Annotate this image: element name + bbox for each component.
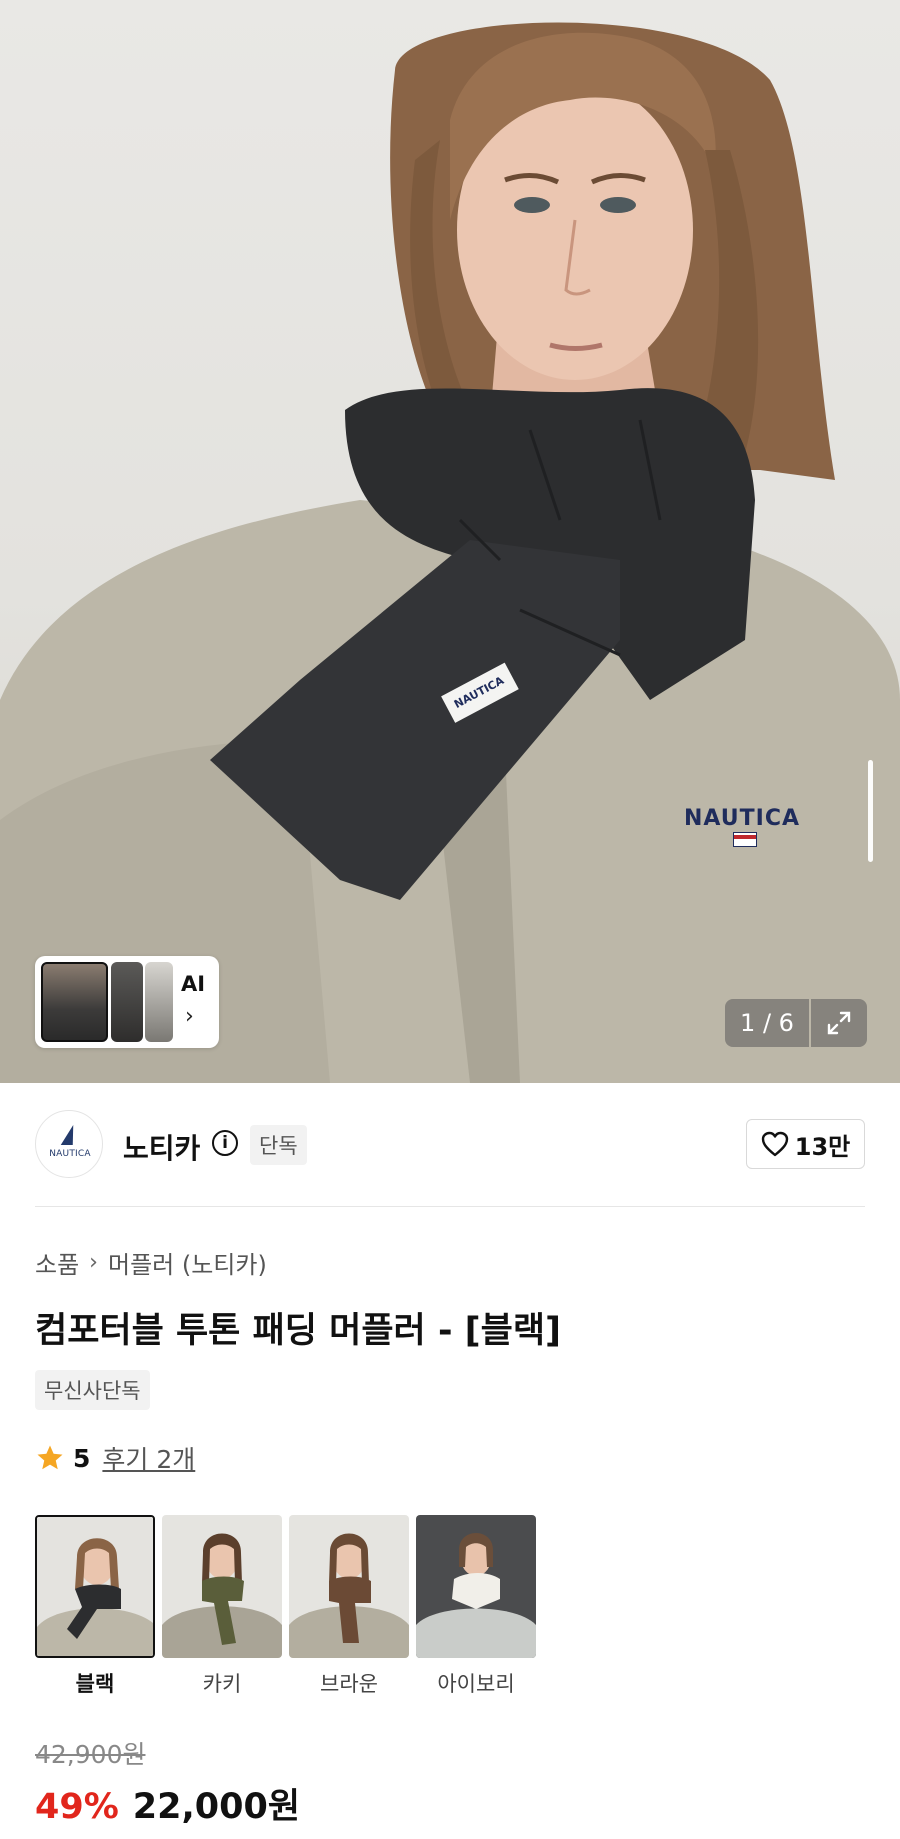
color-thumbnail [162,1515,282,1658]
sale-price: 22,000원 [132,1787,301,1827]
product-photo [0,22,900,1083]
color-label: 아이보리 [437,1672,515,1696]
color-options: 블랙 카키 브라운 아이보리 [35,1515,536,1698]
color-label: 브라운 [320,1672,378,1696]
thumbnail-2 [111,962,143,1042]
breadcrumb: 소품 › 머플러 (노티카) [35,1245,267,1280]
rating: 5 후기 2개 [35,1440,195,1476]
color-thumbnail [416,1515,536,1658]
expand-button[interactable] [811,999,867,1047]
expand-icon [827,1011,851,1035]
product-image-gallery[interactable]: NAUTICA NAUTICA AI › 1 / 6 [0,0,900,1083]
color-thumbnail [289,1515,409,1658]
ai-thumbnail-button[interactable]: AI › [35,956,219,1048]
star-icon [37,1445,63,1470]
musinsa-exclusive-badge: 무신사단독 [35,1370,150,1410]
brand-logo[interactable]: NAUTICA [35,1110,103,1178]
info-icon[interactable]: i [212,1130,238,1156]
sail-icon [60,1125,80,1145]
image-pager: 1 / 6 [725,999,809,1047]
reviews-link[interactable]: 후기 2개 [102,1440,195,1476]
brand-row: NAUTICA 노티카 i 단독 13만 [35,1110,865,1180]
exclusive-badge: 단독 [250,1125,307,1165]
rating-score: 5 [73,1443,91,1473]
ai-label: AI [181,972,206,996]
divider [35,1206,865,1207]
like-button[interactable]: 13만 [746,1119,865,1169]
color-option-black[interactable]: 블랙 [35,1515,155,1698]
scroll-indicator [868,760,873,862]
discount-rate: 49% [35,1787,119,1827]
original-price: 42,900원 [35,1740,146,1769]
chevron-right-icon: › [89,1250,98,1275]
flag-emblem [733,832,757,847]
like-count: 13만 [794,1132,851,1161]
brand-logo-text: NAUTICA [49,1149,91,1159]
color-option-brown[interactable]: 브라운 [289,1515,409,1698]
chevron-right-icon: › [185,1004,194,1029]
breadcrumb-subcategory[interactable]: 머플러 (노티카) [108,1245,267,1280]
jacket-logo: NAUTICA [684,806,800,831]
product-title: 컴포터블 투톤 패딩 머플러 - [블랙] [35,1311,562,1351]
brand-name[interactable]: 노티카 [123,1127,200,1167]
heart-icon [761,1131,788,1157]
color-label: 블랙 [75,1672,115,1696]
price-row: 49% 22,000원 [35,1778,300,1829]
color-label: 카키 [202,1672,242,1696]
color-option-ivory[interactable]: 아이보리 [416,1515,536,1698]
breadcrumb-category[interactable]: 소품 [35,1245,79,1280]
color-thumbnail [35,1515,155,1658]
thumbnail-3 [145,962,173,1042]
thumbnail-1 [41,962,108,1042]
color-option-khaki[interactable]: 카키 [162,1515,282,1698]
